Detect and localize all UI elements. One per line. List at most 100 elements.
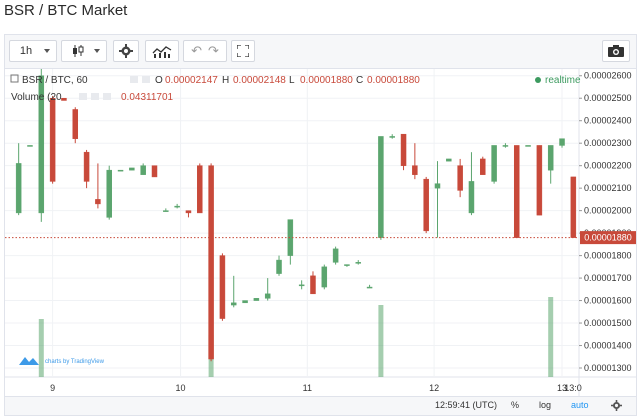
candle-body — [276, 259, 282, 274]
price-axis[interactable]: 0.00002600 0.00002500 0.00002400 0.00002300… — [579, 71, 632, 373]
legend-symbol: BSR / BTC, 60 — [22, 75, 88, 86]
time-axis[interactable]: 9 10 11 12 1313:0 — [50, 383, 582, 393]
chart-toolbar: 1h ↶ ↷ — [5, 35, 636, 69]
candles-icon — [73, 45, 84, 57]
candle-body — [72, 109, 79, 139]
candle-body — [95, 199, 101, 205]
close-icon[interactable] — [103, 93, 111, 100]
chart-style-select[interactable] — [61, 40, 107, 62]
legend-c-label: C — [356, 75, 363, 86]
tradingview-watermark[interactable]: charts by TradingView — [19, 357, 105, 365]
candle-body — [559, 138, 565, 146]
indicators-button[interactable] — [145, 40, 179, 62]
candle-body — [15, 163, 22, 214]
log-toggle[interactable]: log — [539, 400, 551, 410]
candle-body — [491, 145, 497, 182]
candle-body — [242, 300, 248, 304]
candle-body — [446, 158, 452, 162]
last-price-label: 0.00001880 — [584, 233, 632, 243]
legend-o-label: O — [155, 75, 163, 86]
legend: BSR / BTC, 60 O 0.00002147 H 0.00002148 … — [10, 74, 581, 103]
camera-icon — [608, 45, 624, 57]
candle-body — [151, 165, 158, 178]
candle-body — [355, 262, 362, 264]
legend-l-label: L — [289, 75, 295, 86]
price-tick-label: 0.00002600 — [584, 71, 632, 81]
price-tick-label: 0.00002400 — [584, 116, 632, 126]
candle-body — [298, 284, 305, 287]
percent-toggle[interactable]: % — [511, 400, 519, 410]
candle-body — [253, 298, 260, 301]
redo-icon[interactable]: ↷ — [208, 43, 219, 59]
chevron-down-icon — [94, 49, 100, 53]
fullscreen-button[interactable] — [231, 40, 255, 62]
time-tick-label: 10 — [176, 383, 186, 393]
time-tick-label: 12 — [429, 383, 439, 393]
candle-body — [61, 97, 67, 101]
interval-select[interactable]: 1h — [9, 40, 57, 62]
candle-body — [480, 158, 486, 175]
time-tick-label: 13:0 — [564, 383, 582, 393]
candle-body — [423, 178, 429, 232]
snapshot-button[interactable] — [602, 40, 630, 62]
price-tick-label: 0.00001400 — [584, 341, 632, 351]
time-tick-label: 9 — [50, 383, 55, 393]
legend-h-label: H — [222, 75, 229, 86]
candle-body — [366, 286, 373, 289]
fullscreen-icon — [237, 45, 249, 57]
price-tick-label: 0.00002000 — [584, 206, 632, 216]
volume-series — [38, 297, 554, 377]
undo-redo-group: ↶ ↷ — [183, 40, 227, 62]
candle-body — [230, 302, 237, 306]
undo-icon[interactable]: ↶ — [191, 43, 202, 59]
candle-body — [412, 165, 418, 175]
chevron-down-icon — [44, 49, 50, 53]
price-tick-label: 0.00001600 — [584, 296, 632, 306]
candle-body — [185, 210, 192, 214]
bottom-bar: 12:59:41 (UTC) % log auto — [5, 396, 636, 415]
gear-icon[interactable] — [611, 400, 622, 411]
volume-bar — [378, 305, 384, 377]
candle-body — [513, 145, 520, 238]
candle-body — [129, 167, 135, 171]
candle-body — [389, 136, 395, 138]
volume-legend-label: Volume (20 — [11, 92, 62, 103]
candle-body — [83, 151, 90, 182]
candle-body — [378, 136, 384, 238]
chart-area[interactable]: 0.00002600 0.00002500 0.00002400 0.00002300… — [5, 69, 636, 415]
settings-small-icon[interactable] — [91, 93, 99, 100]
settings-small-icon[interactable] — [142, 76, 150, 83]
candle-body — [570, 176, 577, 238]
indicators-icon — [152, 46, 172, 58]
eye-icon[interactable] — [79, 93, 87, 100]
candle-body — [140, 165, 146, 175]
gear-icon — [119, 44, 133, 58]
realtime-dot-icon — [535, 77, 541, 83]
candle-body — [525, 145, 531, 147]
candle-body — [163, 210, 169, 212]
time-tick-label: 11 — [303, 383, 312, 393]
candle-body — [434, 183, 441, 189]
price-tick-label: 0.00001700 — [584, 273, 632, 283]
price-tick-label: 0.00002100 — [584, 183, 632, 193]
candle-body — [321, 266, 328, 288]
price-tick-label: 0.00001300 — [584, 363, 632, 373]
candle-body — [468, 181, 475, 214]
eye-icon[interactable] — [130, 76, 138, 83]
legend-o-value: 0.00002147 — [165, 75, 218, 86]
page-title: BSR / BTC Market — [4, 2, 128, 19]
settings-button[interactable] — [113, 40, 139, 62]
candle-body — [264, 293, 271, 299]
candle-body — [219, 255, 226, 319]
volume-bar — [548, 297, 554, 377]
watermark-text: charts by TradingView — [45, 359, 105, 365]
candle-series — [15, 69, 577, 362]
candle-body — [310, 275, 316, 295]
volume-bar — [38, 319, 44, 377]
price-tick-label: 0.00002200 — [584, 161, 632, 171]
candle-body — [332, 248, 339, 263]
tradingview-logo-icon — [19, 357, 39, 365]
auto-toggle[interactable]: auto — [571, 400, 589, 410]
price-chart[interactable]: 0.00002600 0.00002500 0.00002400 0.00002300… — [5, 69, 636, 397]
realtime-label: realtime — [545, 75, 581, 86]
